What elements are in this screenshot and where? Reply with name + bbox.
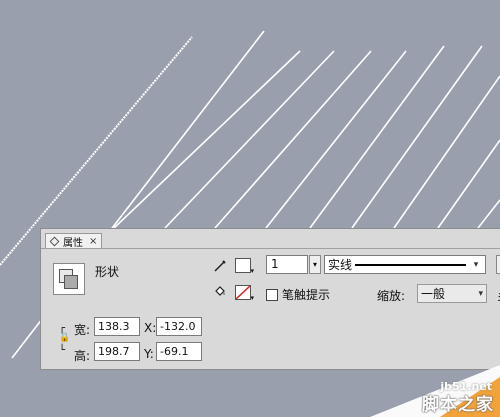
width-label: 宽: (74, 323, 91, 337)
chevron-down-icon: ▾ (250, 267, 254, 275)
stroke-height-input[interactable]: 1 (266, 255, 308, 274)
x-label: X: (144, 321, 157, 335)
panel-diamond-icon (49, 236, 60, 247)
scale-value: 一般 (421, 287, 446, 301)
tab-properties-label: 属性 (63, 238, 83, 249)
stroke-hinting-option[interactable]: 笔触提示 (266, 286, 330, 303)
properties-panel: 属性 × 形状 ▾ ▾ 1 ▾ 实线 ▾ 笔触提示 缩放: 一般 ▾ ┌ └ 🔒… (40, 228, 500, 370)
height-label: 高: (74, 349, 91, 363)
stroke-style-preview (355, 263, 466, 266)
pencil-icon (214, 260, 226, 272)
stroke-style-value: 实线 (328, 258, 353, 272)
height-input[interactable]: 198.7 (94, 342, 140, 361)
tab-properties[interactable]: 属性 × (45, 233, 103, 249)
lock-icon[interactable]: 🔒 (59, 333, 70, 343)
object-type-label: 形状 (95, 265, 120, 279)
chevron-down-icon: ▾ (478, 288, 483, 299)
watermark-name: 脚本之家 (422, 395, 494, 415)
canvas-line[interactable] (164, 50, 335, 229)
close-icon[interactable]: × (89, 236, 97, 247)
canvas-line[interactable] (265, 50, 407, 229)
fill-color-swatch[interactable]: ▾ (235, 285, 254, 302)
stroke-color-swatch[interactable]: ▾ (235, 258, 254, 275)
edit-stroke-style-button[interactable] (496, 255, 500, 274)
stroke-hinting-label: 笔触提示 (282, 288, 331, 302)
no-fill-icon (235, 285, 251, 300)
width-input[interactable]: 138.3 (94, 317, 140, 336)
stroke-hinting-checkbox[interactable] (266, 288, 278, 301)
canvas-line[interactable] (393, 75, 500, 229)
tab-divider (41, 248, 500, 249)
y-label: Y: (144, 347, 154, 361)
chevron-down-icon: ▾ (473, 259, 479, 270)
y-input[interactable]: -69.1 (156, 342, 202, 361)
canvas-line[interactable] (437, 139, 500, 229)
x-input[interactable]: -132.0 (156, 317, 202, 336)
stroke-style-select[interactable]: 实线 ▾ (324, 255, 486, 274)
canvas-line[interactable] (113, 50, 301, 229)
paint-bucket-icon (215, 286, 225, 296)
canvas-line[interactable] (309, 45, 445, 229)
chevron-down-icon: ▾ (250, 294, 254, 302)
canvas-line[interactable] (214, 50, 372, 229)
stroke-height-dropdown-button[interactable]: ▾ (309, 255, 321, 274)
canvas-line[interactable] (351, 45, 483, 229)
watermark: jb51.net 脚本之家 (370, 365, 500, 417)
shape-type-icon (53, 263, 85, 295)
scale-label: 缩放: (377, 289, 406, 303)
scale-select[interactable]: 一般 ▾ (417, 284, 487, 303)
canvas-line[interactable] (477, 199, 500, 229)
